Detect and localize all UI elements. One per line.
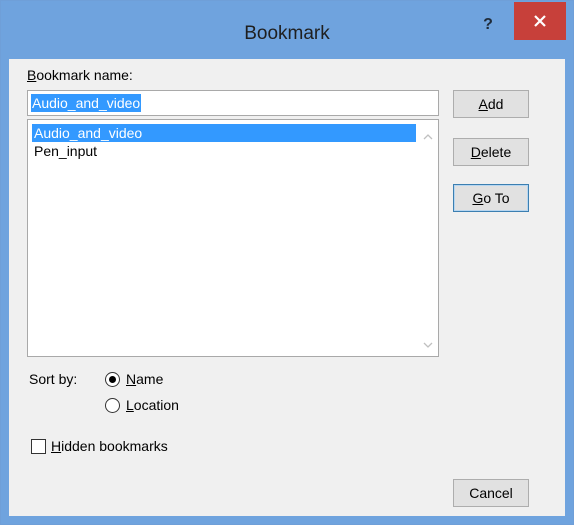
list-item[interactable]: Pen_input	[32, 142, 416, 160]
sort-location-radio[interactable]	[105, 398, 120, 413]
close-button[interactable]	[514, 2, 566, 40]
hidden-bookmarks-checkbox[interactable]	[31, 439, 46, 454]
bookmark-name-label: Bookmark name:	[27, 67, 133, 83]
cancel-button[interactable]: Cancel	[453, 479, 529, 507]
sort-name-label[interactable]: Name	[126, 371, 163, 387]
scroll-down-icon[interactable]	[421, 338, 435, 352]
hidden-bookmarks-label[interactable]: Hidden bookmarks	[51, 438, 168, 454]
bookmark-list[interactable]: Audio_and_video Pen_input	[27, 119, 439, 357]
sort-location-label[interactable]: Location	[126, 397, 179, 413]
list-item[interactable]: Audio_and_video	[32, 124, 416, 142]
scroll-up-icon[interactable]	[421, 130, 435, 144]
add-button[interactable]: Add	[453, 90, 529, 118]
radio-selected-dot	[109, 376, 116, 383]
title-bar: Bookmark ?	[1, 1, 573, 59]
help-button[interactable]: ?	[475, 13, 501, 37]
bookmark-name-input[interactable]: Audio_and_video	[27, 90, 439, 116]
bookmark-name-value: Audio_and_video	[31, 94, 142, 112]
dialog-body: Bookmark name: Audio_and_video Audio_and…	[9, 59, 565, 516]
sort-name-radio[interactable]	[105, 372, 120, 387]
goto-button[interactable]: Go To	[453, 184, 529, 212]
delete-button[interactable]: Delete	[453, 138, 529, 166]
sort-by-label: Sort by:	[29, 371, 78, 387]
bookmark-dialog: Bookmark ? Bookmark name: Audio_and_vide…	[0, 0, 574, 525]
close-icon	[534, 15, 546, 27]
